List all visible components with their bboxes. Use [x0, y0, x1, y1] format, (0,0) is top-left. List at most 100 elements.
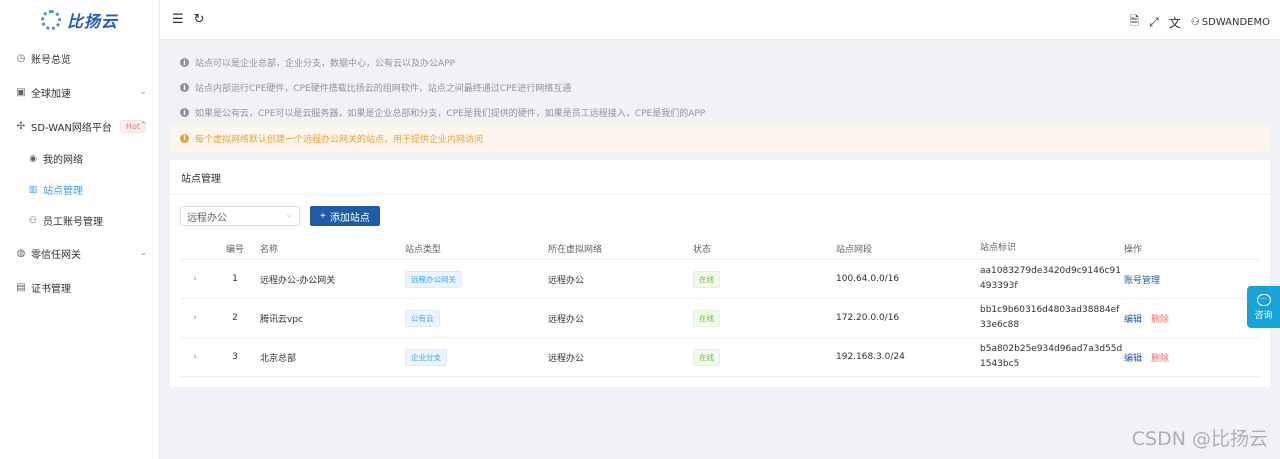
- status-badge: 在线: [693, 309, 720, 327]
- expand-row-icon[interactable]: ›: [180, 313, 210, 323]
- chart-icon: ▥: [28, 184, 38, 195]
- logo-icon: [40, 10, 61, 30]
- info-icon: i: [180, 58, 189, 67]
- cell-segment: 172.20.0.0/16: [836, 313, 900, 323]
- status-badge: 在线: [693, 270, 720, 288]
- sidebar-item-label: 零信任网关: [31, 249, 81, 261]
- sidebar-item-my-network[interactable]: ◉ 我的网络: [0, 143, 159, 174]
- sidebar-item-label: 证书管理: [31, 283, 71, 295]
- sidebar-item-sdwan[interactable]: ✣ SD-WAN网络平台 Hot ⌃: [0, 109, 159, 143]
- site-type-tag: 远程办公网关: [405, 270, 462, 288]
- delete-link[interactable]: 删除: [1151, 351, 1169, 364]
- fullscreen-icon[interactable]: ⤢: [1149, 15, 1159, 30]
- edit-link[interactable]: 编辑: [1124, 312, 1142, 325]
- sidebar-item-label: 员工账号管理: [43, 217, 103, 228]
- cell-site-id: aa1083279de3420d9c9146c91493393f: [980, 266, 1121, 291]
- warning-icon: !: [180, 133, 189, 143]
- column-header: 操作: [1124, 245, 1143, 255]
- cell-site-id: bb1c9b60316d4803ad38884ef33e6c88: [980, 305, 1120, 330]
- refresh-icon[interactable]: ↻: [194, 12, 205, 27]
- sidebar-item-zero-trust[interactable]: ◍ 零信任网关 ⌄: [0, 236, 159, 270]
- chevron-down-icon: ⌄: [139, 87, 147, 97]
- topbar: ☰ ↻ 🗎 ⤢ 文 ⚇ SDWANDEMO: [160, 0, 1280, 40]
- consult-button[interactable]: ··· 咨询: [1247, 286, 1280, 328]
- column-header: 站点标识: [980, 243, 1017, 253]
- dot-icon: ◉: [29, 153, 37, 164]
- column-header: 名称: [260, 245, 279, 255]
- globe-icon: ▣: [16, 86, 26, 98]
- account-management-link[interactable]: 账号管理: [1124, 273, 1160, 286]
- network-icon: ✣: [16, 120, 26, 132]
- network-select[interactable]: 远程办公 ⌄: [180, 206, 300, 226]
- column-header: 状态: [693, 245, 712, 255]
- edit-link[interactable]: 编辑: [1124, 351, 1142, 364]
- cell-name: 北京总部: [260, 353, 297, 364]
- dashboard-icon: ◷: [16, 52, 26, 64]
- info-notice: i 站点内部运行CPE硬件，CPE硬件搭载比扬云的组网软件，站点之间最终通过CP…: [170, 75, 1270, 100]
- add-site-button[interactable]: + 添加站点: [310, 206, 380, 226]
- cell-segment: 192.168.3.0/24: [836, 352, 905, 362]
- sidebar-item-certificates[interactable]: ▤ 证书管理: [0, 270, 159, 304]
- certificate-icon: ▤: [16, 281, 26, 293]
- sidebar-item-global-acceleration[interactable]: ▣ 全球加速 ⌄: [0, 75, 159, 109]
- status-badge: 在线: [693, 348, 720, 366]
- cell-no: 2: [232, 313, 238, 323]
- cell-no: 3: [232, 352, 238, 362]
- notice-text: 站点内部运行CPE硬件，CPE硬件搭载比扬云的组网软件，站点之间最终通过CPE进…: [195, 84, 572, 94]
- select-value: 远程办公: [187, 212, 227, 224]
- cell-segment: 100.64.0.0/16: [836, 274, 900, 284]
- cell-site-id: b5a802b25e934d96ad7a3d55d1543bc5: [980, 344, 1123, 369]
- document-icon[interactable]: 🗎: [1130, 12, 1140, 33]
- logo[interactable]: 比扬云: [0, 0, 159, 40]
- notice-text: 站点可以是企业总部，企业分支，数据中心，公有云以及办公APP: [195, 59, 456, 69]
- shield-icon: ◍: [16, 247, 26, 259]
- site-type-tag: 公有云: [405, 309, 440, 327]
- cell-vnet: 远程办公: [548, 353, 585, 364]
- user-icon: ⚇: [1190, 17, 1200, 28]
- sidebar-item-employee-accounts[interactable]: ⚇ 员工账号管理: [0, 205, 159, 236]
- expand-row-icon[interactable]: ›: [180, 274, 210, 284]
- chat-icon: ···: [1256, 293, 1271, 306]
- column-header: 站点网段: [836, 245, 873, 255]
- expand-row-icon[interactable]: ›: [180, 352, 210, 362]
- cell-vnet: 远程办公: [548, 314, 585, 325]
- sidebar-item-label: 我的网络: [43, 155, 83, 166]
- sidebar-item-account-overview[interactable]: ◷ 账号总览: [0, 41, 159, 75]
- menu-toggle-icon[interactable]: ☰: [172, 12, 184, 27]
- sidebar-item-site-management[interactable]: ▥ 站点管理: [0, 174, 159, 205]
- column-header: 编号: [225, 245, 244, 255]
- info-icon: i: [180, 83, 189, 92]
- info-notice: i 如果是公有云，CPE可以是云服务器，如果是企业总部和分支，CPE是我们提供的…: [170, 100, 1270, 125]
- sites-table: 编号 名称 站点类型 所在虚拟网络 状态 站点网段 站点标识 操作 › 1 远程…: [180, 238, 1260, 377]
- notice-text: 如果是公有云，CPE可以是云服务器，如果是企业总部和分支，CPE是我们提供的硬件…: [195, 109, 706, 119]
- notice-list: i 站点可以是企业总部，企业分支，数据中心，公有云以及办公APP i 站点内部运…: [170, 50, 1270, 151]
- table-row: › 3 北京总部 企业分支 远程办公 在线 192.168.3.0/24 b5a…: [180, 338, 1260, 377]
- chevron-down-icon: ⌄: [285, 210, 292, 219]
- plus-icon: +: [320, 210, 326, 222]
- translate-icon[interactable]: 文: [1169, 14, 1181, 31]
- column-header: 所在虚拟网络: [548, 245, 603, 255]
- user-icon: ⚇: [28, 215, 38, 226]
- warning-text: 每个虚拟网络默认创建一个远程办公网关的站点，用于提供企业内网访问: [195, 134, 484, 145]
- table-row: › 1 远程办公-办公网关 远程办公网关 远程办公 在线 100.64.0.0/…: [180, 260, 1260, 299]
- sidebar-item-label: 站点管理: [43, 186, 83, 197]
- site-management-card: 站点管理 远程办公 ⌄ + 添加站点 编号 名称 站点类型 所在虚拟网络 状态 …: [170, 160, 1270, 387]
- user-menu[interactable]: ⚇ SDWANDEMO: [1191, 17, 1270, 28]
- table-row: › 2 腾讯云vpc 公有云 远程办公 在线 172.20.0.0/16 bb1…: [180, 299, 1260, 338]
- site-type-tag: 企业分支: [405, 348, 447, 366]
- sidebar-item-label: 账号总览: [31, 54, 71, 66]
- sidebar: 比扬云 ◷ 账号总览 ▣ 全球加速 ⌄ ✣ SD-WAN网络平台 Hot ⌃ ◉…: [0, 0, 160, 459]
- delete-link[interactable]: 删除: [1151, 312, 1169, 325]
- chevron-down-icon: ⌄: [139, 248, 147, 258]
- column-header: 站点类型: [405, 245, 442, 255]
- info-notice: i 站点可以是企业总部，企业分支，数据中心，公有云以及办公APP: [170, 50, 1270, 75]
- brand-name: 比扬云: [66, 12, 118, 31]
- sidebar-item-label: 全球加速: [31, 88, 71, 100]
- consult-label: 咨询: [1254, 310, 1273, 321]
- cell-no: 1: [232, 274, 238, 284]
- cell-name: 腾讯云vpc: [260, 314, 303, 325]
- add-site-label: 添加站点: [329, 212, 370, 224]
- info-icon: i: [180, 108, 189, 117]
- watermark: CSDN @比扬云: [1131, 428, 1268, 450]
- warning-notice: ! 每个虚拟网络默认创建一个远程办公网关的站点，用于提供企业内网访问: [170, 125, 1270, 151]
